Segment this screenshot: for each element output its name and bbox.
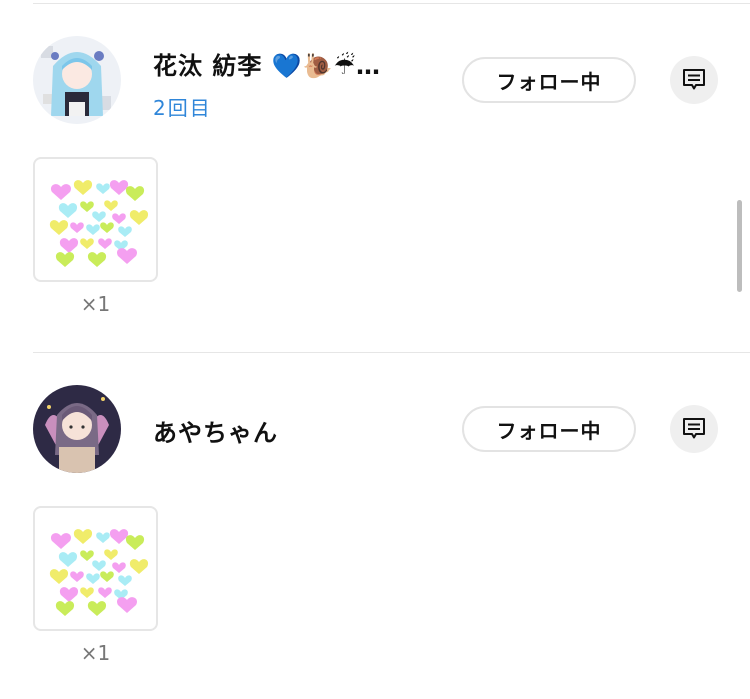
user-name[interactable]: あやちゃん xyxy=(153,413,278,448)
message-button[interactable] xyxy=(670,405,718,453)
gift-item[interactable] xyxy=(33,157,158,282)
following-button[interactable]: フォロー中 xyxy=(462,406,636,452)
message-icon xyxy=(683,69,705,90)
hearts-gift-icon xyxy=(49,180,149,267)
scrollbar[interactable] xyxy=(737,200,742,292)
avatar[interactable] xyxy=(33,385,121,473)
follower-entry: あやちゃん フォロー中 ×1 xyxy=(0,349,750,699)
following-button[interactable]: フォロー中 xyxy=(462,57,636,103)
visit-count: 2回目 xyxy=(153,96,212,120)
hearts-gift-icon xyxy=(49,529,149,616)
gift-item[interactable] xyxy=(33,506,158,631)
message-icon xyxy=(683,418,705,439)
avatar[interactable] xyxy=(33,36,121,124)
user-name[interactable]: 花汰 紡李 💙🐌☔… xyxy=(153,46,381,81)
follower-entry: 花汰 紡李 💙🐌☔… 2回目 フォロー中 ×1 xyxy=(0,0,750,350)
gift-count: ×1 xyxy=(80,292,111,316)
gift-count: ×1 xyxy=(80,641,111,665)
message-button[interactable] xyxy=(670,56,718,104)
